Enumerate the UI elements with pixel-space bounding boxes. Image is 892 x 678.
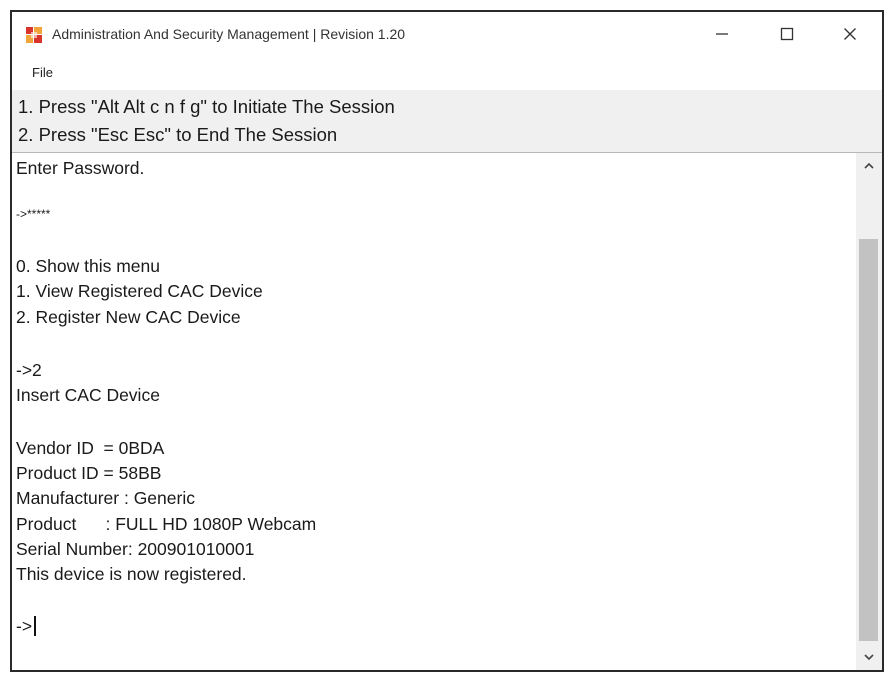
close-icon: [844, 28, 856, 40]
console-prompt-line[interactable]: ->: [16, 615, 37, 637]
chevron-down-icon: [864, 654, 874, 661]
console-line-registered: This device is now registered.: [16, 564, 247, 584]
instruction-end: 2. Press "Esc Esc" to End The Session: [18, 124, 338, 145]
console-line-menu-0: 0. Show this menu: [16, 256, 160, 276]
console-line-vendor-id: Vendor ID = 0BDA: [16, 438, 165, 458]
console-line-menu-2: 2. Register New CAC Device: [16, 307, 241, 327]
app-icon: [26, 27, 42, 43]
menu-bar: File: [12, 56, 882, 90]
maximize-button[interactable]: [757, 12, 817, 56]
console-output[interactable]: Enter Password. ->***** 0. Show this men…: [12, 153, 856, 670]
console-line-selection: ->2: [16, 360, 42, 380]
title-bar[interactable]: Administration And Security Management |…: [12, 12, 882, 56]
console-line-serial: Serial Number: 200901010001: [16, 539, 255, 559]
app-window: Administration And Security Management |…: [10, 10, 884, 672]
console-line-manufacturer: Manufacturer : Generic: [16, 488, 195, 508]
menu-file[interactable]: File: [32, 65, 53, 80]
console-line-product: Product : FULL HD 1080P Webcam: [16, 514, 317, 534]
scroll-thumb[interactable]: [859, 239, 878, 641]
console-line-password-input: ->*****: [16, 207, 51, 221]
scroll-down-button[interactable]: [856, 646, 882, 668]
vertical-scrollbar[interactable]: [856, 153, 882, 670]
minimize-button[interactable]: [692, 12, 752, 56]
instruction-initiate: 1. Press "Alt Alt c n f g" to Initiate T…: [18, 96, 395, 117]
console-line-enter-password: Enter Password.: [16, 158, 145, 178]
window-title: Administration And Security Management |…: [52, 26, 406, 42]
maximize-icon: [780, 27, 794, 41]
instructions-panel: 1. Press "Alt Alt c n f g" to Initiate T…: [12, 90, 882, 153]
console-line-insert-device: Insert CAC Device: [16, 385, 160, 405]
console-line-menu-1: 1. View Registered CAC Device: [16, 281, 263, 301]
scroll-up-button[interactable]: [856, 155, 882, 177]
chevron-up-icon: [864, 162, 874, 169]
close-button[interactable]: [820, 12, 880, 56]
minimize-icon: [716, 33, 728, 35]
text-cursor: [34, 616, 37, 636]
console-prompt: ->: [16, 616, 33, 636]
console-line-product-id: Product ID = 58BB: [16, 463, 162, 483]
